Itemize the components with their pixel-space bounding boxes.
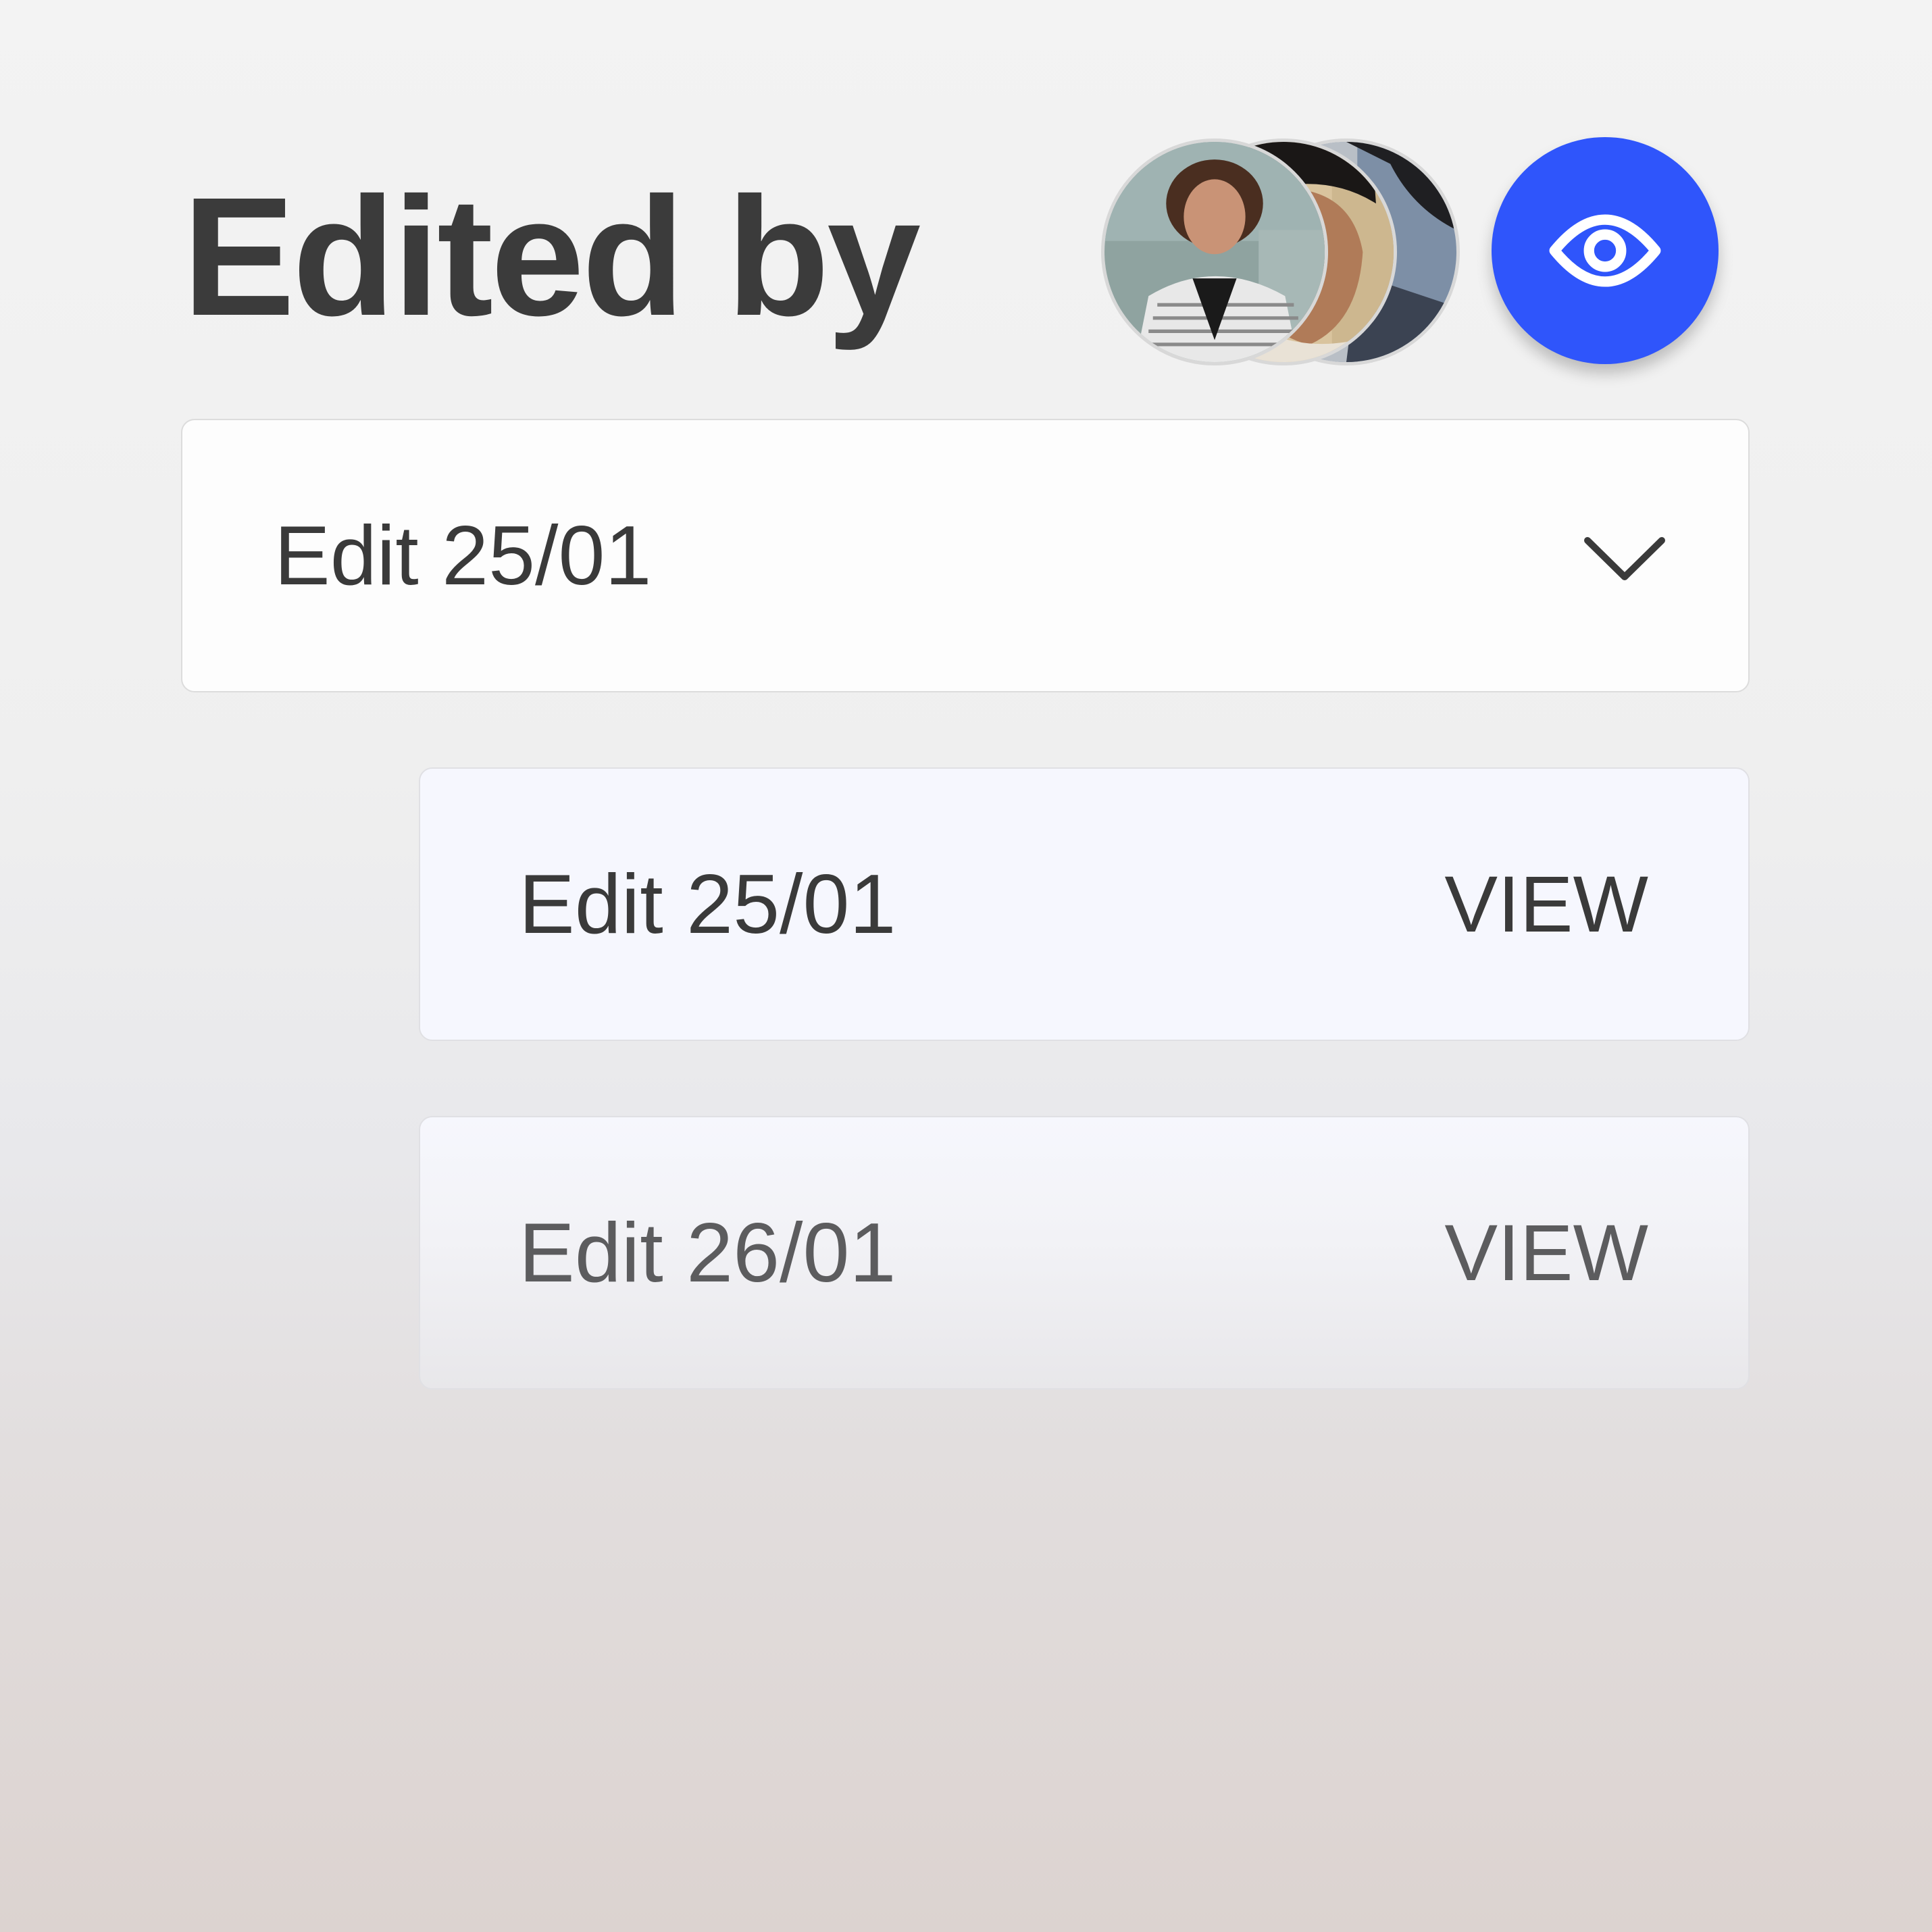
avatar-woman-curly-hair[interactable] bbox=[1101, 138, 1328, 365]
edit-version-dropdown[interactable]: Edit 25/01 bbox=[181, 419, 1750, 692]
dropdown-selected-label: Edit 25/01 bbox=[274, 509, 652, 603]
chevron-down-icon bbox=[1582, 532, 1667, 586]
list-item: Edit 26/01 VIEW bbox=[419, 1116, 1750, 1390]
editor-avatar-stack[interactable] bbox=[1101, 138, 1460, 365]
edit-label: Edit 26/01 bbox=[519, 1206, 896, 1300]
list-item: Edit 25/01 VIEW bbox=[419, 767, 1750, 1041]
view-button[interactable]: VIEW bbox=[1444, 1117, 1648, 1388]
edit-label: Edit 25/01 bbox=[519, 857, 896, 951]
view-button[interactable]: VIEW bbox=[1444, 769, 1648, 1040]
view-editors-button[interactable] bbox=[1492, 137, 1719, 364]
eye-icon bbox=[1549, 214, 1661, 287]
page-title: Edited by bbox=[182, 162, 921, 351]
